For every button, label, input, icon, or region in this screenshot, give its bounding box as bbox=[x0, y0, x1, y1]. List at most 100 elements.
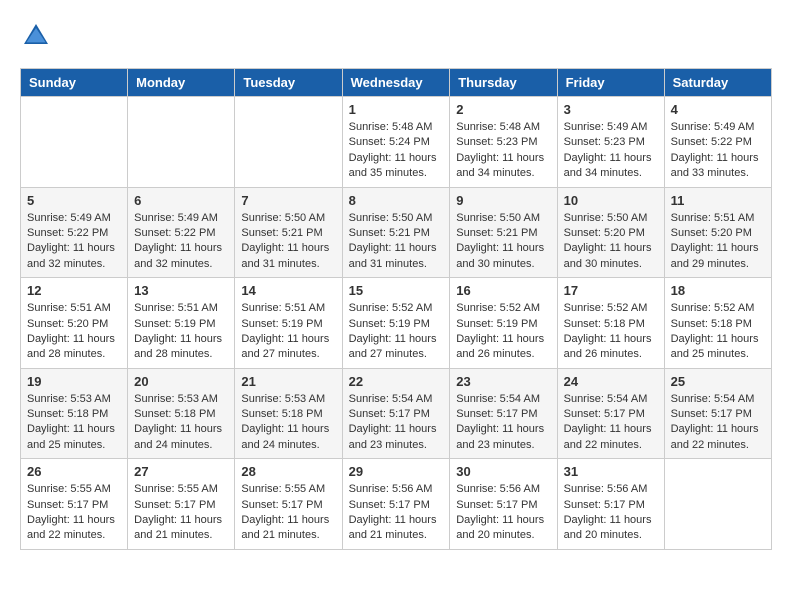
calendar-cell bbox=[128, 97, 235, 188]
day-info: Sunrise: 5:49 AM Sunset: 5:22 PM Dayligh… bbox=[27, 211, 121, 273]
day-number: 29 bbox=[349, 464, 444, 479]
weekday-header-tuesday: Tuesday bbox=[235, 69, 342, 97]
day-info: Sunrise: 5:52 AM Sunset: 5:18 PM Dayligh… bbox=[671, 301, 765, 363]
calendar-cell: 20 Sunrise: 5:53 AM Sunset: 5:18 PM Dayli… bbox=[128, 368, 235, 459]
day-number: 20 bbox=[134, 374, 228, 389]
calendar-cell: 25Sunrise: 5:54 AM Sunset: 5:17 PM Dayli… bbox=[664, 368, 771, 459]
logo bbox=[20, 20, 56, 52]
day-number: 5 bbox=[27, 193, 121, 208]
calendar-cell: 7 Sunrise: 5:50 AM Sunset: 5:21 PM Daylig… bbox=[235, 187, 342, 278]
calendar-cell: 19Sunrise: 5:53 AM Sunset: 5:18 PM Dayli… bbox=[21, 368, 128, 459]
day-info: Sunrise: 5:53 AM Sunset: 5:18 PM Dayligh… bbox=[134, 392, 228, 454]
day-info: Sunrise: 5:52 AM Sunset: 5:19 PM Dayligh… bbox=[456, 301, 550, 363]
calendar-cell bbox=[21, 97, 128, 188]
calendar-cell: 14 Sunrise: 5:51 AM Sunset: 5:19 PM Dayli… bbox=[235, 278, 342, 369]
day-info: Sunrise: 5:49 AM Sunset: 5:23 PM Dayligh… bbox=[564, 120, 658, 182]
calendar-cell: 22Sunrise: 5:54 AM Sunset: 5:17 PM Dayli… bbox=[342, 368, 450, 459]
day-info: Sunrise: 5:53 AM Sunset: 5:18 PM Dayligh… bbox=[241, 392, 335, 454]
day-number: 11 bbox=[671, 193, 765, 208]
calendar-cell: 15 Sunrise: 5:52 AM Sunset: 5:19 PM Dayli… bbox=[342, 278, 450, 369]
day-info: Sunrise: 5:50 AM Sunset: 5:21 PM Dayligh… bbox=[349, 211, 444, 273]
calendar-cell: 5 Sunrise: 5:49 AM Sunset: 5:22 PM Daylig… bbox=[21, 187, 128, 278]
day-info: Sunrise: 5:55 AM Sunset: 5:17 PM Dayligh… bbox=[241, 482, 335, 544]
calendar-week-row: 1Sunrise: 5:48 AM Sunset: 5:24 PM Daylig… bbox=[21, 97, 772, 188]
calendar-week-row: 19Sunrise: 5:53 AM Sunset: 5:18 PM Dayli… bbox=[21, 368, 772, 459]
day-info: Sunrise: 5:52 AM Sunset: 5:19 PM Dayligh… bbox=[349, 301, 444, 363]
day-info: Sunrise: 5:56 AM Sunset: 5:17 PM Dayligh… bbox=[349, 482, 444, 544]
day-number: 4 bbox=[671, 102, 765, 117]
calendar-cell: 16 Sunrise: 5:52 AM Sunset: 5:19 PM Dayli… bbox=[450, 278, 557, 369]
day-number: 26 bbox=[27, 464, 121, 479]
day-number: 31 bbox=[564, 464, 658, 479]
weekday-header-wednesday: Wednesday bbox=[342, 69, 450, 97]
day-info: Sunrise: 5:56 AM Sunset: 5:17 PM Dayligh… bbox=[456, 482, 550, 544]
day-number: 27 bbox=[134, 464, 228, 479]
weekday-header-friday: Friday bbox=[557, 69, 664, 97]
day-number: 16 bbox=[456, 283, 550, 298]
calendar-cell: 8 Sunrise: 5:50 AM Sunset: 5:21 PM Daylig… bbox=[342, 187, 450, 278]
day-info: Sunrise: 5:51 AM Sunset: 5:19 PM Dayligh… bbox=[134, 301, 228, 363]
logo-icon bbox=[20, 20, 52, 52]
day-info: Sunrise: 5:54 AM Sunset: 5:17 PM Dayligh… bbox=[671, 392, 765, 454]
calendar-table: SundayMondayTuesdayWednesdayThursdayFrid… bbox=[20, 68, 772, 550]
calendar-cell: 21 Sunrise: 5:53 AM Sunset: 5:18 PM Dayli… bbox=[235, 368, 342, 459]
day-info: Sunrise: 5:48 AM Sunset: 5:23 PM Dayligh… bbox=[456, 120, 550, 182]
calendar-cell bbox=[664, 459, 771, 550]
calendar-cell: 26 Sunrise: 5:55 AM Sunset: 5:17 PM Dayli… bbox=[21, 459, 128, 550]
day-number: 24 bbox=[564, 374, 658, 389]
day-info: Sunrise: 5:54 AM Sunset: 5:17 PM Dayligh… bbox=[349, 392, 444, 454]
day-info: Sunrise: 5:53 AM Sunset: 5:18 PM Dayligh… bbox=[27, 392, 121, 454]
day-info: Sunrise: 5:55 AM Sunset: 5:17 PM Dayligh… bbox=[27, 482, 121, 544]
day-number: 14 bbox=[241, 283, 335, 298]
day-number: 13 bbox=[134, 283, 228, 298]
day-number: 10 bbox=[564, 193, 658, 208]
calendar-cell: 28Sunrise: 5:55 AM Sunset: 5:17 PM Dayli… bbox=[235, 459, 342, 550]
day-info: Sunrise: 5:50 AM Sunset: 5:21 PM Dayligh… bbox=[241, 211, 335, 273]
day-info: Sunrise: 5:51 AM Sunset: 5:20 PM Dayligh… bbox=[671, 211, 765, 273]
day-number: 6 bbox=[134, 193, 228, 208]
day-number: 18 bbox=[671, 283, 765, 298]
day-info: Sunrise: 5:48 AM Sunset: 5:24 PM Dayligh… bbox=[349, 120, 444, 182]
day-info: Sunrise: 5:50 AM Sunset: 5:21 PM Dayligh… bbox=[456, 211, 550, 273]
calendar-cell: 23Sunrise: 5:54 AM Sunset: 5:17 PM Dayli… bbox=[450, 368, 557, 459]
day-number: 8 bbox=[349, 193, 444, 208]
day-number: 21 bbox=[241, 374, 335, 389]
day-number: 3 bbox=[564, 102, 658, 117]
day-info: Sunrise: 5:51 AM Sunset: 5:19 PM Dayligh… bbox=[241, 301, 335, 363]
day-info: Sunrise: 5:50 AM Sunset: 5:20 PM Dayligh… bbox=[564, 211, 658, 273]
day-info: Sunrise: 5:49 AM Sunset: 5:22 PM Dayligh… bbox=[671, 120, 765, 182]
calendar-cell: 31 Sunrise: 5:56 AM Sunset: 5:17 PM Dayli… bbox=[557, 459, 664, 550]
page-header bbox=[20, 20, 772, 52]
calendar-cell: 27Sunrise: 5:55 AM Sunset: 5:17 PM Dayli… bbox=[128, 459, 235, 550]
calendar-cell: 13 Sunrise: 5:51 AM Sunset: 5:19 PM Dayli… bbox=[128, 278, 235, 369]
day-number: 7 bbox=[241, 193, 335, 208]
day-number: 17 bbox=[564, 283, 658, 298]
calendar-cell: 11 Sunrise: 5:51 AM Sunset: 5:20 PM Dayli… bbox=[664, 187, 771, 278]
day-number: 30 bbox=[456, 464, 550, 479]
calendar-cell: 24 Sunrise: 5:54 AM Sunset: 5:17 PM Dayli… bbox=[557, 368, 664, 459]
calendar-cell: 30 Sunrise: 5:56 AM Sunset: 5:17 PM Dayli… bbox=[450, 459, 557, 550]
day-info: Sunrise: 5:54 AM Sunset: 5:17 PM Dayligh… bbox=[456, 392, 550, 454]
weekday-header-thursday: Thursday bbox=[450, 69, 557, 97]
calendar-cell: 18 Sunrise: 5:52 AM Sunset: 5:18 PM Dayli… bbox=[664, 278, 771, 369]
day-info: Sunrise: 5:56 AM Sunset: 5:17 PM Dayligh… bbox=[564, 482, 658, 544]
calendar-cell: 9Sunrise: 5:50 AM Sunset: 5:21 PM Daylig… bbox=[450, 187, 557, 278]
calendar-cell: 10 Sunrise: 5:50 AM Sunset: 5:20 PM Dayli… bbox=[557, 187, 664, 278]
calendar-week-row: 12 Sunrise: 5:51 AM Sunset: 5:20 PM Dayli… bbox=[21, 278, 772, 369]
day-number: 2 bbox=[456, 102, 550, 117]
calendar-header-row: SundayMondayTuesdayWednesdayThursdayFrid… bbox=[21, 69, 772, 97]
weekday-header-saturday: Saturday bbox=[664, 69, 771, 97]
calendar-week-row: 5 Sunrise: 5:49 AM Sunset: 5:22 PM Daylig… bbox=[21, 187, 772, 278]
calendar-cell: 4 Sunrise: 5:49 AM Sunset: 5:22 PM Daylig… bbox=[664, 97, 771, 188]
calendar-cell: 29 Sunrise: 5:56 AM Sunset: 5:17 PM Dayli… bbox=[342, 459, 450, 550]
calendar-cell bbox=[235, 97, 342, 188]
day-info: Sunrise: 5:51 AM Sunset: 5:20 PM Dayligh… bbox=[27, 301, 121, 363]
day-info: Sunrise: 5:49 AM Sunset: 5:22 PM Dayligh… bbox=[134, 211, 228, 273]
day-info: Sunrise: 5:54 AM Sunset: 5:17 PM Dayligh… bbox=[564, 392, 658, 454]
day-number: 15 bbox=[349, 283, 444, 298]
calendar-cell: 2 Sunrise: 5:48 AM Sunset: 5:23 PM Daylig… bbox=[450, 97, 557, 188]
day-number: 12 bbox=[27, 283, 121, 298]
weekday-header-monday: Monday bbox=[128, 69, 235, 97]
calendar-cell: 6 Sunrise: 5:49 AM Sunset: 5:22 PM Daylig… bbox=[128, 187, 235, 278]
calendar-week-row: 26 Sunrise: 5:55 AM Sunset: 5:17 PM Dayli… bbox=[21, 459, 772, 550]
